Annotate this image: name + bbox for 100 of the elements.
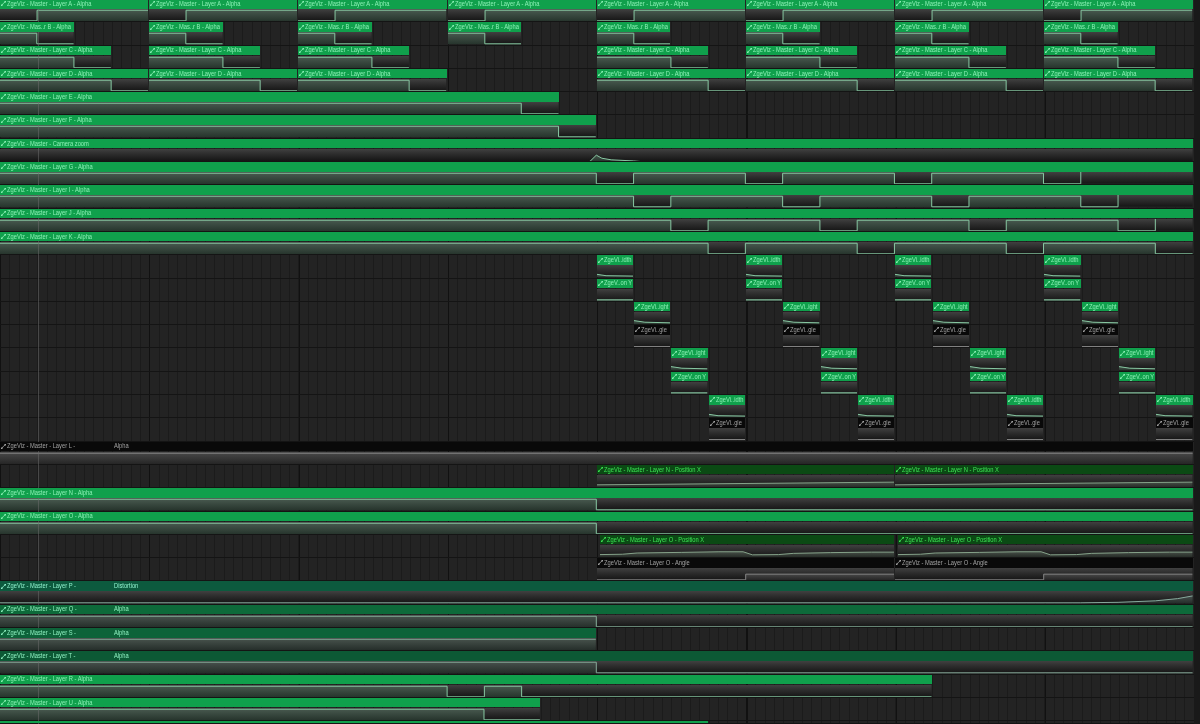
- clip-name: ZgeViz - Master - Layer T -: [7, 652, 76, 661]
- clip-title-bar[interactable]: ZgeVi..gle: [708, 418, 745, 428]
- clip-title-bar[interactable]: ZgeVi..ight: [783, 301, 820, 312]
- clip-title-bar[interactable]: ZgeViz - Master - Layer C - Alpha: [596, 45, 708, 56]
- clip-title-bar[interactable]: ZgeViz - Master - Layer A - Alpha: [746, 0, 895, 9]
- clip-title-bar[interactable]: ZgeVi..ight: [671, 348, 708, 358]
- clip-title-bar[interactable]: ZgeViz - Master - Layer A - Alpha: [298, 0, 447, 9]
- curve-icon: [1, 700, 6, 706]
- curve-icon: [709, 420, 715, 426]
- clip-title-bar[interactable]: ZgeV..on Y: [746, 278, 783, 289]
- clip-name: ZgeViz - Mas..r B - Alpha: [7, 23, 71, 32]
- curve-icon: [896, 467, 902, 473]
- clip-title-bar[interactable]: ZgeViz - Master - Layer C - Alpha: [895, 45, 1007, 56]
- curve-icon: [896, 47, 902, 53]
- clip-title-bar[interactable]: ZgeViz - Master - Camera zoom: [0, 138, 1193, 149]
- clip-name: ZgeVi..ight: [939, 302, 967, 311]
- clip-title-bar[interactable]: ZgeViz - Master - Layer N - Position X: [596, 464, 895, 475]
- clip-title-bar[interactable]: ZgeVi..ight: [820, 348, 857, 358]
- clip-title-bar[interactable]: ZgeVi..gle: [1007, 418, 1044, 428]
- clip-title-bar[interactable]: ZgeViz - Master - Layer C - Alpha: [149, 45, 261, 56]
- clip-title-bar[interactable]: ZgeViz - Master - Layer D - Alpha: [0, 68, 149, 79]
- clip-title-bar[interactable]: ZgeVi..idth: [895, 255, 932, 265]
- clip-title-bar[interactable]: ZgeViz - Master - Layer O - Alpha: [0, 511, 1193, 522]
- clip-title-bar[interactable]: ZgeVi..idth: [857, 395, 895, 405]
- clip-title-bar[interactable]: ZgeVi..gle: [857, 418, 895, 428]
- clip-title-bar[interactable]: ZgeViz - Mas..r B - Alpha: [746, 22, 820, 32]
- clip-title-bar[interactable]: ZgeVi..idth: [1156, 395, 1193, 405]
- clip-title-bar[interactable]: ZgeVi..ight: [1081, 301, 1118, 312]
- curve-icon: [821, 374, 827, 379]
- clip-title-bar[interactable]: ZgeViz - Master - Layer D - Alpha: [895, 68, 1044, 79]
- clip-title-bar[interactable]: ZgeVi..idth: [1044, 255, 1081, 265]
- clip-title-bar[interactable]: ZgeViz - Mas..r B - Alpha: [447, 22, 522, 32]
- clip-title-bar[interactable]: ZgeV..on Y: [820, 371, 857, 382]
- clip-title-bar[interactable]: ZgeVi..idth: [746, 255, 783, 265]
- clip-title-bar[interactable]: ZgeV..on Y: [1119, 371, 1156, 382]
- clip-title-bar[interactable]: ZgeViz - Master - Layer R - Alpha: [0, 674, 932, 685]
- clip-title-bar[interactable]: ZgeViz - Master - Layer A - Alpha: [1044, 0, 1193, 9]
- clip-title-bar[interactable]: [0, 721, 708, 724]
- clip-title-bar[interactable]: ZgeViz - Master - Layer U - Alpha: [0, 697, 540, 708]
- clip-title-bar[interactable]: ZgeVi..gle: [1081, 325, 1118, 335]
- clip-title-bar[interactable]: ZgeViz - Master - Layer O - Position X: [898, 534, 1193, 545]
- clip-title-bar[interactable]: ZgeViz - Mas..r B - Alpha: [298, 22, 372, 32]
- clip-title-bar[interactable]: ZgeViz - Master - Layer G - Alpha: [0, 162, 1193, 172]
- clip-title-bar[interactable]: ZgeV..on Y: [671, 371, 708, 382]
- curve-icon: [784, 304, 790, 310]
- clip-title-bar[interactable]: ZgeViz - Master - Layer C - Alpha: [1044, 45, 1156, 56]
- clip-title-bar[interactable]: ZgeViz - Master - Layer Q - Alpha: [0, 604, 1193, 615]
- clip-title-bar[interactable]: ZgeViz - Mas..r B - Alpha: [895, 22, 969, 32]
- clip-name: ZgeViz - Master - Layer A - Alpha: [7, 0, 92, 8]
- clip-title-bar[interactable]: ZgeVi..ight: [634, 301, 671, 312]
- clip-title-bar[interactable]: ZgeVi..ight: [1119, 348, 1156, 358]
- clip-name: ZgeV..on Y: [902, 279, 931, 288]
- clip-title-bar[interactable]: ZgeViz - Master - Layer A - Alpha: [596, 0, 745, 9]
- clip-title-bar[interactable]: ZgeViz - Master - Layer D - Alpha: [746, 68, 895, 79]
- clip-title-bar[interactable]: ZgeViz - Mas..r B - Alpha: [149, 22, 223, 32]
- clip-title-bar[interactable]: ZgeViz - Mas..r B - Alpha: [596, 22, 671, 32]
- clip-title-bar[interactable]: ZgeViz - Master - Layer D - Alpha: [596, 68, 745, 79]
- clip-title-bar[interactable]: ZgeViz - Master - Layer P - Distortion: [0, 581, 1193, 591]
- clip-title-bar[interactable]: ZgeV..on Y: [1044, 278, 1081, 289]
- clip-title-bar[interactable]: ZgeViz - Master - Layer N - Position X: [895, 464, 1193, 475]
- clip-title-bar[interactable]: ZgeViz - Mas..r B - Alpha: [0, 22, 74, 32]
- clip-title-bar[interactable]: ZgeV..on Y: [969, 371, 1007, 382]
- clip-title-bar[interactable]: ZgeViz - Master - Layer O - Angle: [596, 558, 895, 568]
- clip-title-bar[interactable]: ZgeViz - Master - Layer J - Alpha: [0, 208, 1193, 219]
- clip-title-bar[interactable]: ZgeV..on Y: [895, 278, 932, 289]
- clip-title-bar[interactable]: ZgeViz - Master - Layer I - Alpha: [0, 185, 1193, 195]
- clip-title-bar[interactable]: ZgeViz - Master - Layer A - Alpha: [447, 0, 596, 9]
- clip-title-bar[interactable]: ZgeViz - Master - Layer A - Alpha: [895, 0, 1044, 9]
- clip-title-bar[interactable]: ZgeVi..idth: [708, 395, 745, 405]
- clip-name: ZgeVi..gle: [1014, 419, 1040, 428]
- clip-title-bar[interactable]: ZgeViz - Master - Layer O - Position X: [599, 534, 895, 545]
- clip-title-bar[interactable]: ZgeViz - Master - Layer A - Alpha: [0, 0, 149, 9]
- clip-name: ZgeViz - Master - Layer G - Alpha: [7, 162, 93, 171]
- clip-title-bar[interactable]: ZgeVi..ight: [932, 301, 969, 312]
- clip-title-bar[interactable]: ZgeVi..idth: [596, 255, 634, 265]
- clip-title-bar[interactable]: ZgeViz - Master - Layer K - Alpha: [0, 231, 1193, 242]
- clip-title-bar[interactable]: ZgeViz - Master - Layer L - Alpha: [0, 441, 1193, 452]
- clip-title-bar[interactable]: ZgeVi..gle: [932, 325, 969, 335]
- clip-title-bar[interactable]: ZgeViz - Master - Layer N - Alpha: [0, 488, 1193, 498]
- clip-title-bar[interactable]: ZgeViz - Master - Layer A - Alpha: [149, 0, 298, 9]
- clip-title-bar[interactable]: ZgeVi..idth: [1007, 395, 1044, 405]
- clip-title-bar[interactable]: ZgeVi..gle: [783, 325, 820, 335]
- curve-icon: [1, 24, 6, 30]
- clip-title-bar[interactable]: ZgeV..on Y: [596, 278, 634, 289]
- clip-title-bar[interactable]: ZgeViz - Master - Layer S - Alpha: [0, 628, 596, 638]
- clip-title-bar[interactable]: ZgeViz - Master - Layer D - Alpha: [1044, 68, 1193, 79]
- clip-title-bar[interactable]: ZgeViz - Master - Layer F - Alpha: [0, 115, 596, 125]
- clip-title-bar[interactable]: ZgeViz - Master - Layer C - Alpha: [298, 45, 410, 56]
- clip-title-bar[interactable]: ZgeViz - Mas..r B - Alpha: [1044, 22, 1118, 32]
- clip-title-bar[interactable]: ZgeViz - Master - Layer C - Alpha: [746, 45, 857, 56]
- clip-title-bar[interactable]: ZgeViz - Master - Layer O - Angle: [895, 558, 1193, 568]
- clip-title-bar[interactable]: ZgeVi..gle: [634, 325, 671, 335]
- clip-title-bar[interactable]: ZgeViz - Master - Layer D - Alpha: [149, 68, 298, 79]
- clip-title-bar[interactable]: ZgeViz - Master - Layer T - Alpha: [0, 651, 1193, 661]
- clip-title-bar[interactable]: ZgeViz - Master - Layer D - Alpha: [298, 68, 447, 79]
- clip-title-bar[interactable]: ZgeViz - Master - Layer C - Alpha: [0, 45, 111, 56]
- clip-title-bar[interactable]: ZgeVi..gle: [1156, 418, 1193, 428]
- clip-title-bar[interactable]: ZgeVi..ight: [969, 348, 1007, 358]
- clip-name: ZgeViz - Master - Layer E - Alpha: [7, 92, 93, 101]
- clip-title-bar[interactable]: ZgeViz - Master - Layer E - Alpha: [0, 92, 559, 102]
